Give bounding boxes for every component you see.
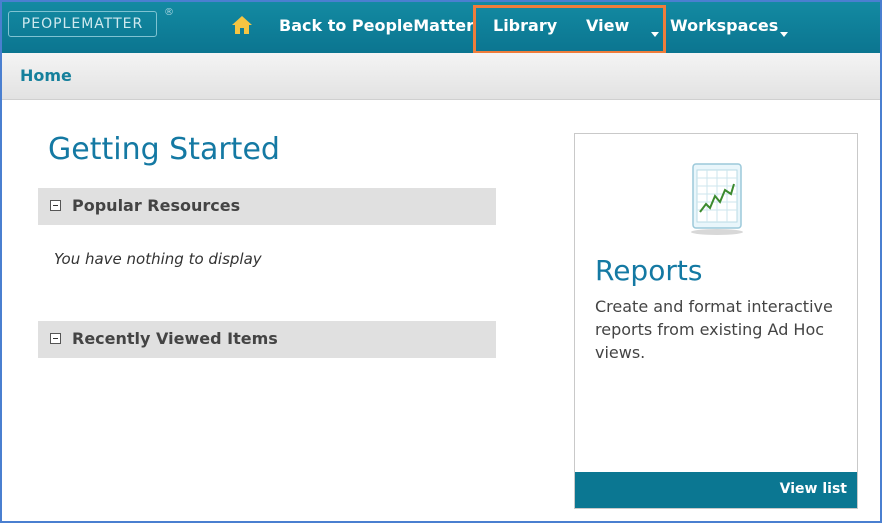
collapse-icon[interactable] [50, 333, 61, 344]
peoplematter-logo[interactable]: PEOPLEMATTER [8, 11, 157, 37]
reports-description: Create and format interactive reports fr… [595, 297, 833, 362]
view-list-link[interactable]: View list [780, 481, 847, 497]
section-label: Popular Resources [72, 196, 241, 215]
collapse-icon[interactable] [50, 200, 61, 211]
recently-viewed-header[interactable]: Recently Viewed Items [38, 321, 496, 358]
library-view-highlight [473, 5, 666, 54]
popular-resources-header[interactable]: Popular Resources [38, 188, 496, 225]
report-chart-icon [691, 163, 743, 235]
top-navigation-bar: PEOPLEMATTER ® Back to PeopleMatter Libr… [2, 2, 880, 54]
reports-card-footer: View list [575, 472, 857, 508]
breadcrumb: Home [2, 53, 880, 100]
empty-state-text: You have nothing to display [54, 250, 262, 268]
workspaces-menu[interactable]: Workspaces [670, 15, 789, 37]
workspaces-menu-label: Workspaces [670, 16, 779, 35]
back-to-peoplematter-link[interactable]: Back to PeopleMatter [279, 15, 474, 37]
section-label: Recently Viewed Items [72, 329, 278, 348]
registered-mark: ® [164, 7, 174, 18]
chevron-down-icon [780, 32, 789, 37]
reports-card: Reports Create and format interactive re… [574, 133, 858, 509]
page-title: Getting Started [48, 132, 280, 167]
home-icon[interactable] [231, 15, 253, 35]
reports-title: Reports [595, 254, 703, 287]
app-window: PEOPLEMATTER ® Back to PeopleMatter Libr… [0, 0, 882, 523]
breadcrumb-home[interactable]: Home [20, 66, 72, 85]
